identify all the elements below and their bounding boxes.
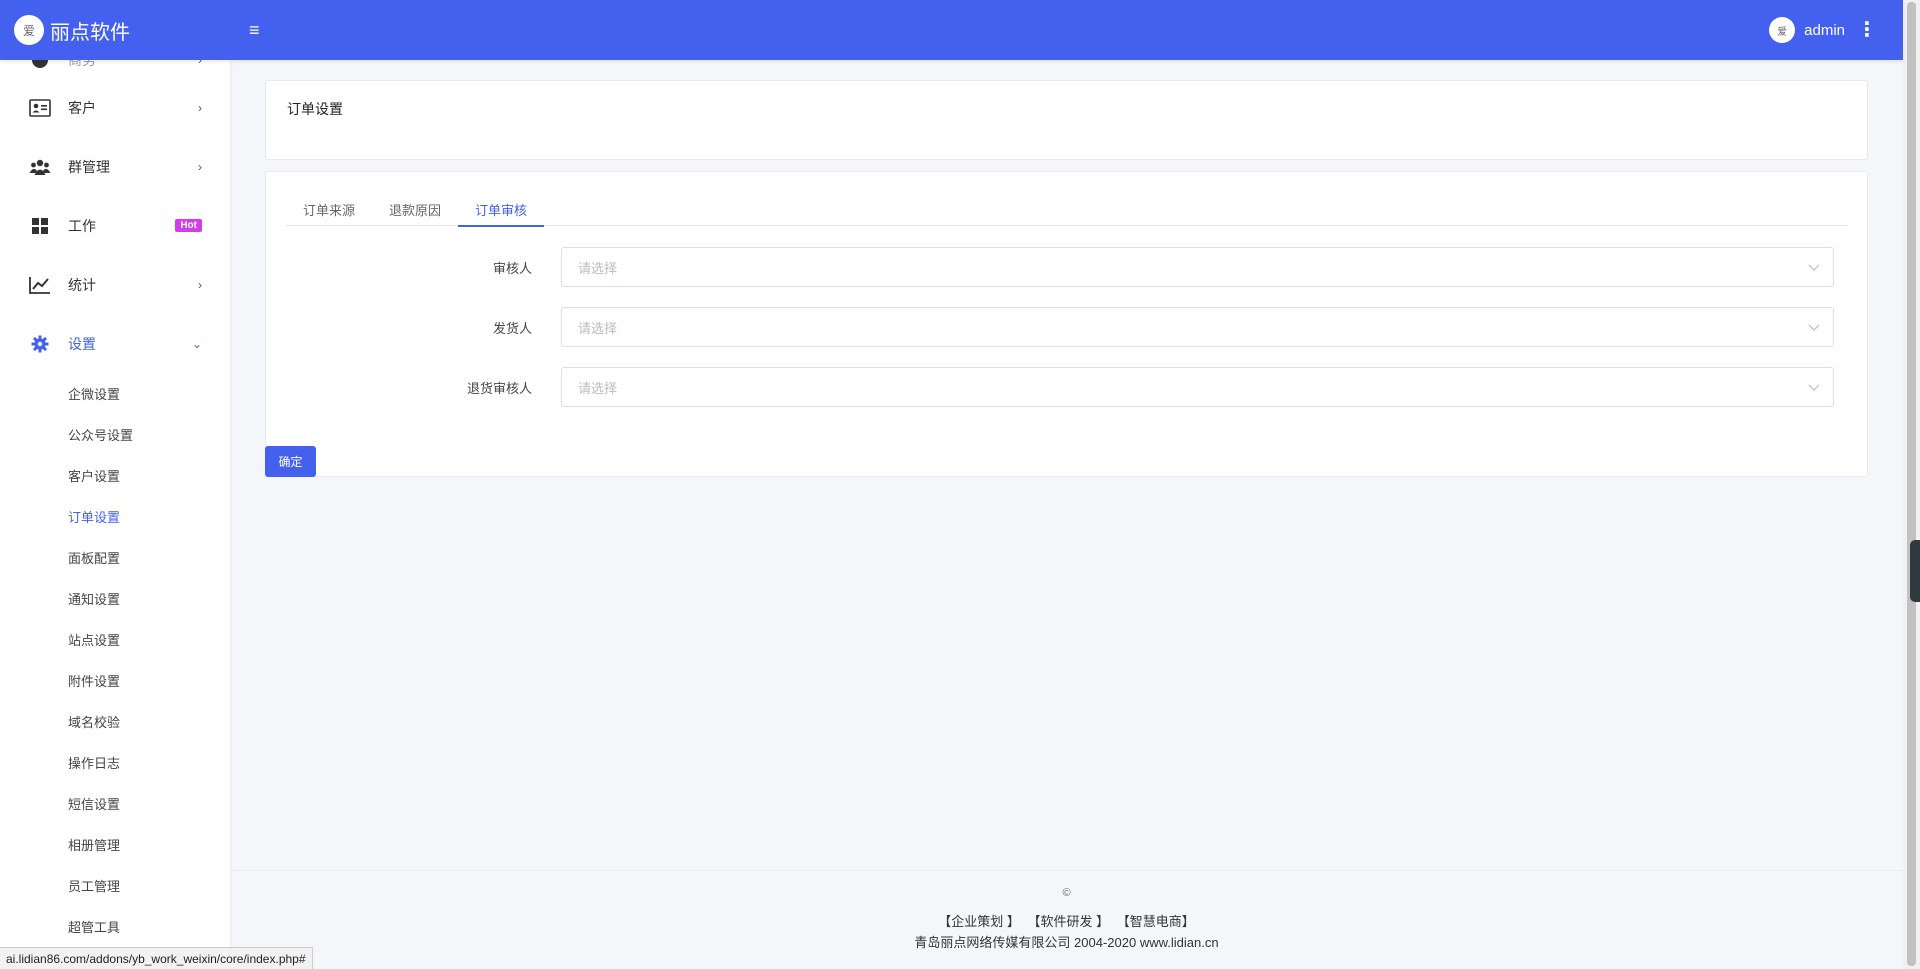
tab-refund-reason[interactable]: 退款原因 (372, 192, 458, 226)
form-row-reviewer: 审核人 请选择 (266, 247, 1869, 287)
sidebar-subitem-wecom-settings[interactable]: 企微设置 (0, 373, 230, 414)
tab-order-review[interactable]: 订单审核 (458, 192, 545, 227)
sidebar-subitem-customer-settings[interactable]: 客户设置 (0, 455, 230, 496)
user-menu[interactable]: 爱 admin ⋮ (1769, 17, 1903, 43)
shipper-select[interactable]: 请选择 (561, 307, 1834, 347)
chevron-right-icon: › (198, 100, 202, 115)
confirm-button[interactable]: 确定 (265, 446, 316, 477)
user-name[interactable]: admin (1804, 22, 1845, 39)
grid-icon (29, 215, 51, 237)
more-vertical-icon[interactable]: ⋮ (1857, 20, 1877, 40)
reviewer-select[interactable]: 请选择 (561, 247, 1834, 287)
footer-company: 青岛丽点网络传媒有限公司 2004-2020 www.lidian.cn (914, 935, 1219, 950)
form-row-return-reviewer: 退货审核人 请选择 (266, 367, 1869, 407)
footer: © 【企业策划 】 【软件研发 】 【智慧电商】 青岛丽点网络传媒有限公司 20… (230, 870, 1903, 969)
select-placeholder: 请选择 (578, 260, 618, 276)
chevron-right-icon: › (198, 277, 202, 292)
tab-order-source[interactable]: 订单来源 (286, 192, 372, 226)
hot-badge: Hot (175, 219, 202, 232)
menu-toggle-icon[interactable]: ≡ (249, 20, 260, 41)
sidebar-subitem-official-account-settings[interactable]: 公众号设置 (0, 414, 230, 455)
chevron-down-icon (1808, 384, 1820, 391)
select-placeholder: 请选择 (578, 380, 618, 396)
sidebar-item-label: 统计 (68, 276, 96, 293)
brand-logo: 爱 (14, 15, 44, 45)
form-card: 订单来源 退款原因 订单审核 审核人 请选择 发货人 请选择 退货审核人 请选择 (265, 171, 1868, 477)
return-reviewer-select[interactable]: 请选择 (561, 367, 1834, 407)
browser-status-bar: ai.lidian86.com/addons/yb_work_weixin/co… (0, 947, 313, 969)
sidebar-subitem-notification-settings[interactable]: 通知设置 (0, 578, 230, 619)
footer-link-software-development[interactable]: 【软件研发 】 (1027, 914, 1109, 929)
sidebar-subitem-domain-verify[interactable]: 域名校验 (0, 701, 230, 742)
line-chart-icon (29, 274, 51, 296)
side-drawer-handle[interactable] (1910, 540, 1920, 602)
chevron-down-icon (1808, 324, 1820, 331)
form-row-shipper: 发货人 请选择 (266, 307, 1869, 347)
footer-link-smart-ecommerce[interactable]: 【智慧电商】 (1117, 914, 1195, 929)
brand-name: 丽点软件 (50, 19, 130, 44)
sidebar-item-label: 客户 (68, 99, 96, 116)
users-icon (29, 156, 51, 178)
return-reviewer-label: 退货审核人 (466, 380, 532, 396)
sidebar-subitem-attachment-settings[interactable]: 附件设置 (0, 660, 230, 701)
page-title: 订单设置 (287, 101, 343, 117)
sidebar-item-label: 工作 (68, 217, 96, 234)
scrollbar-thumb[interactable] (1907, 2, 1916, 966)
user-avatar: 爱 (1769, 17, 1796, 43)
sidebar-item-label: 群管理 (68, 158, 110, 175)
circle-icon (29, 60, 51, 71)
sidebar-item-stats[interactable]: 统计 › (0, 255, 230, 314)
sidebar-item-settings[interactable]: 设置 ⌄ (0, 314, 230, 373)
sidebar-subitem-site-settings[interactable]: 站点设置 (0, 619, 230, 660)
select-placeholder: 请选择 (578, 320, 618, 336)
sidebar-item-label: 设置 (68, 335, 96, 352)
tab-bar: 订单来源 退款原因 订单审核 (286, 192, 1848, 227)
sidebar-subitem-sms-settings[interactable]: 短信设置 (0, 783, 230, 824)
chevron-right-icon: › (198, 159, 202, 174)
sidebar-subitem-order-settings[interactable]: 订单设置 (0, 496, 230, 537)
gear-icon (29, 333, 51, 355)
sidebar-subitem-album-management[interactable]: 相册管理 (0, 824, 230, 865)
vertical-scrollbar[interactable] (1903, 0, 1920, 969)
copyright-symbol: © (1062, 887, 1071, 899)
chevron-right-icon: › (198, 60, 202, 67)
sidebar-item-customers[interactable]: 客户 › (0, 78, 230, 137)
sidebar-item-business[interactable]: 商务 › (0, 60, 230, 78)
top-header: 爱 丽点软件 ≡ 爱 admin ⋮ (0, 0, 1903, 60)
sidebar-item-groups[interactable]: 群管理 › (0, 137, 230, 196)
sidebar-subitem-operation-log[interactable]: 操作日志 (0, 742, 230, 783)
sidebar-subitem-admin-tools[interactable]: 超管工具 (0, 906, 230, 947)
footer-links: 【企业策划 】 【软件研发 】 【智慧电商】 (230, 911, 1903, 930)
sidebar-item-label: 商务 (68, 60, 96, 68)
chevron-down-icon (1808, 264, 1820, 271)
sidebar-subitem-staff-management[interactable]: 员工管理 (0, 865, 230, 906)
shipper-label: 发货人 (492, 320, 532, 336)
id-card-icon (29, 97, 51, 119)
title-card: 订单设置 (265, 80, 1868, 160)
chevron-down-icon: ⌄ (191, 336, 202, 351)
sidebar: 商务 › 客户 › 群管理 › 工作 Hot 统计 › 设置 ⌄ 企微设置 公众… (0, 60, 230, 969)
footer-link-enterprise-planning[interactable]: 【企业策划 】 (938, 914, 1020, 929)
brand[interactable]: 爱 丽点软件 (0, 0, 230, 60)
reviewer-label: 审核人 (492, 260, 532, 276)
sidebar-subitem-panel-config[interactable]: 面板配置 (0, 537, 230, 578)
sidebar-item-work[interactable]: 工作 Hot (0, 196, 230, 255)
